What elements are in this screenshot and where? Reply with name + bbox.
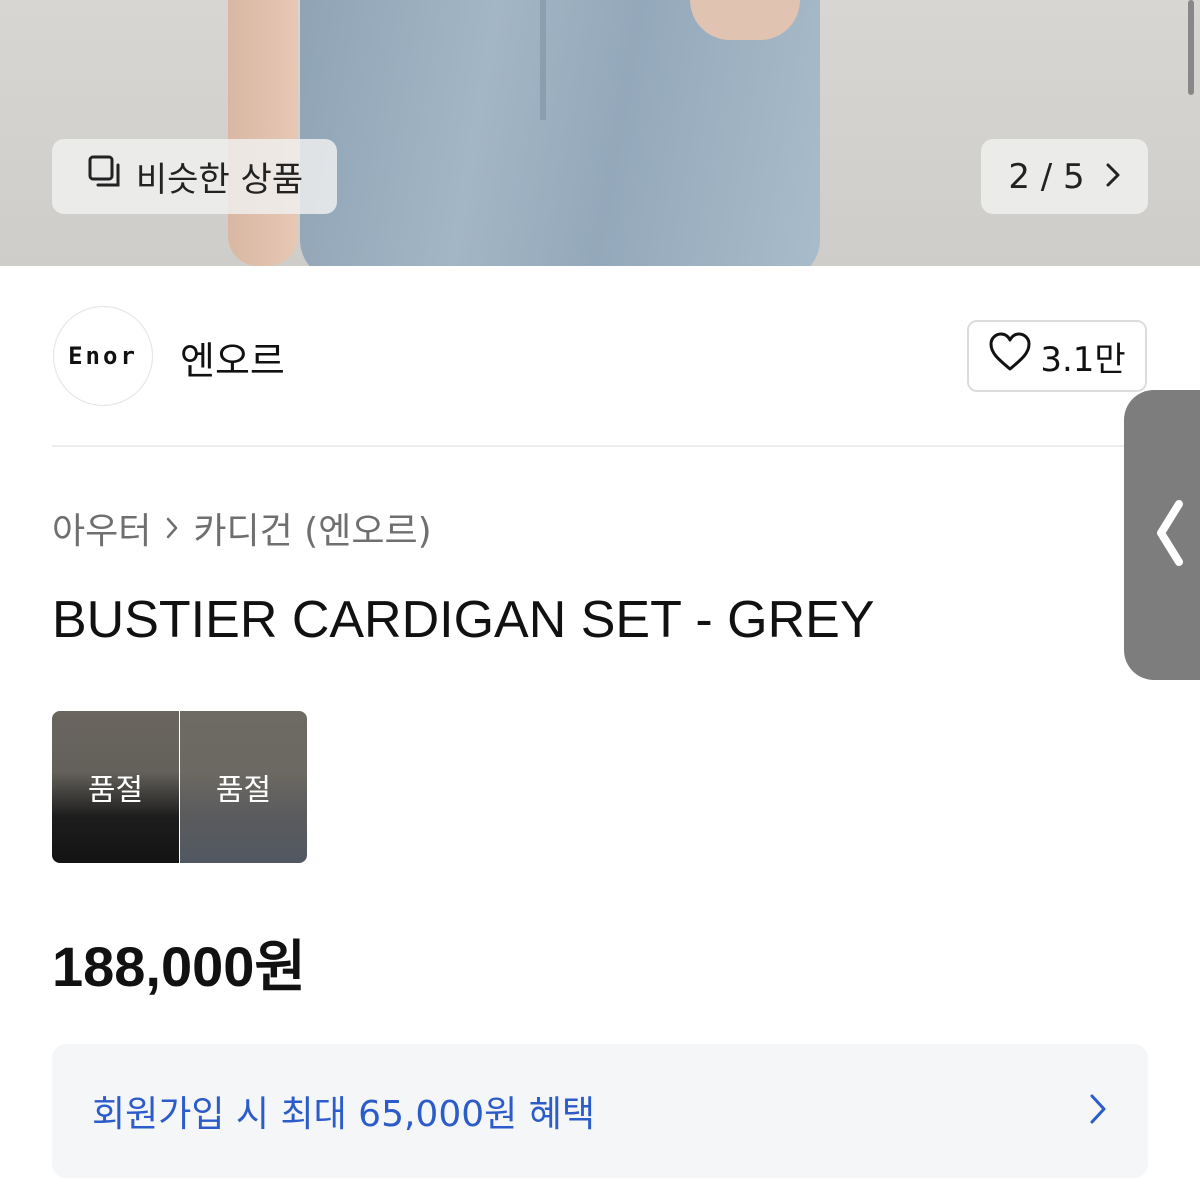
product-price: 188,000원 — [52, 935, 306, 998]
variant-thumbnails: 품절 품절 — [52, 711, 307, 863]
image-counter-button[interactable]: 2 / 5 — [981, 139, 1148, 214]
sold-out-label: 품절 — [87, 773, 144, 808]
jeans-seam — [540, 0, 546, 120]
similar-products-label: 비슷한 상품 — [135, 160, 304, 200]
like-count: 3.1만 — [1040, 339, 1126, 380]
chevron-right-icon — [1088, 1092, 1108, 1130]
variant-thumbnail[interactable]: 품절 — [52, 711, 179, 863]
image-counter-text: 2 / 5 — [1008, 156, 1085, 197]
side-panel-handle[interactable] — [1124, 390, 1200, 680]
brand-logo-text: Enor — [68, 342, 138, 370]
breadcrumb-subcategory[interactable]: 카디건 (엔오르) — [193, 502, 431, 554]
scrollbar[interactable] — [1188, 0, 1194, 95]
similar-products-button[interactable]: 비슷한 상품 — [52, 139, 337, 214]
breadcrumb: 아우터 카디건 (엔오르) — [52, 502, 432, 554]
heart-icon — [988, 332, 1032, 381]
breadcrumb-category[interactable]: 아우터 — [52, 502, 151, 554]
benefit-text: 회원가입 시 최대 65,000원 혜택 — [92, 1094, 595, 1135]
model-arm — [228, 0, 298, 266]
variant-thumbnail[interactable]: 품절 — [180, 711, 307, 863]
brand-logo[interactable]: Enor — [53, 306, 153, 406]
similar-icon — [86, 153, 124, 200]
signup-benefit-banner[interactable]: 회원가입 시 최대 65,000원 혜택 — [52, 1044, 1148, 1178]
chevron-left-icon — [1151, 498, 1187, 572]
breadcrumb-separator-icon — [165, 508, 179, 549]
like-button[interactable]: 3.1만 — [967, 320, 1147, 392]
divider — [52, 445, 1148, 447]
product-title: BUSTIER CARDIGAN SET - GREY — [52, 591, 875, 649]
chevron-right-icon — [1105, 157, 1121, 197]
sold-out-label: 품절 — [215, 773, 272, 808]
product-image-carousel[interactable]: 비슷한 상품 2 / 5 — [0, 0, 1200, 266]
brand-name[interactable]: 엔오르 — [180, 330, 285, 385]
